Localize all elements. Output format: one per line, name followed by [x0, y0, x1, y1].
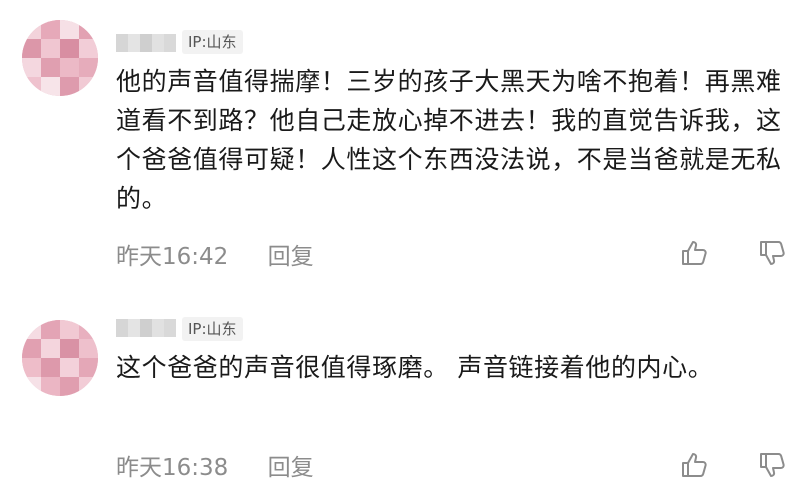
comment-time: 昨天16:42 [116, 244, 229, 270]
avatar[interactable] [22, 320, 98, 396]
comment-text: 这个爸爸的声音很值得琢磨。 声音链接着他的内心。 [116, 353, 714, 382]
ip-location-badge: IP:山东 [182, 30, 243, 54]
comment-meta: 昨天16:42 回复 [116, 237, 314, 271]
blurred-username[interactable] [116, 319, 176, 337]
comment-meta: 昨天16:38 回复 [116, 448, 314, 482]
thumbs-down-icon[interactable] [757, 450, 787, 480]
reply-button[interactable]: 回复 [268, 237, 314, 271]
comment-time: 昨天16:38 [116, 455, 229, 481]
thumbs-down-icon[interactable] [757, 238, 787, 268]
avatar[interactable] [22, 20, 98, 96]
comment-item: IP:山东 他的声音值得揣摩！三岁的孩子大黑天为啥不抱着！再黑难道看不到路？他自… [0, 0, 803, 290]
ip-location-badge: IP:山东 [182, 317, 243, 341]
reply-button[interactable]: 回复 [268, 448, 314, 482]
comment-text: 他的声音值得揣摩！三岁的孩子大黑天为啥不抱着！再黑难道看不到路？他自己走放心掉不… [116, 67, 782, 213]
comment-item: IP:山东 这个爸爸的声音很值得琢磨。 声音链接着他的内心。 昨天16:38 回… [0, 290, 803, 487]
thumbs-up-icon[interactable] [679, 238, 709, 268]
thumbs-up-icon[interactable] [679, 450, 709, 480]
blurred-username[interactable] [116, 34, 176, 52]
